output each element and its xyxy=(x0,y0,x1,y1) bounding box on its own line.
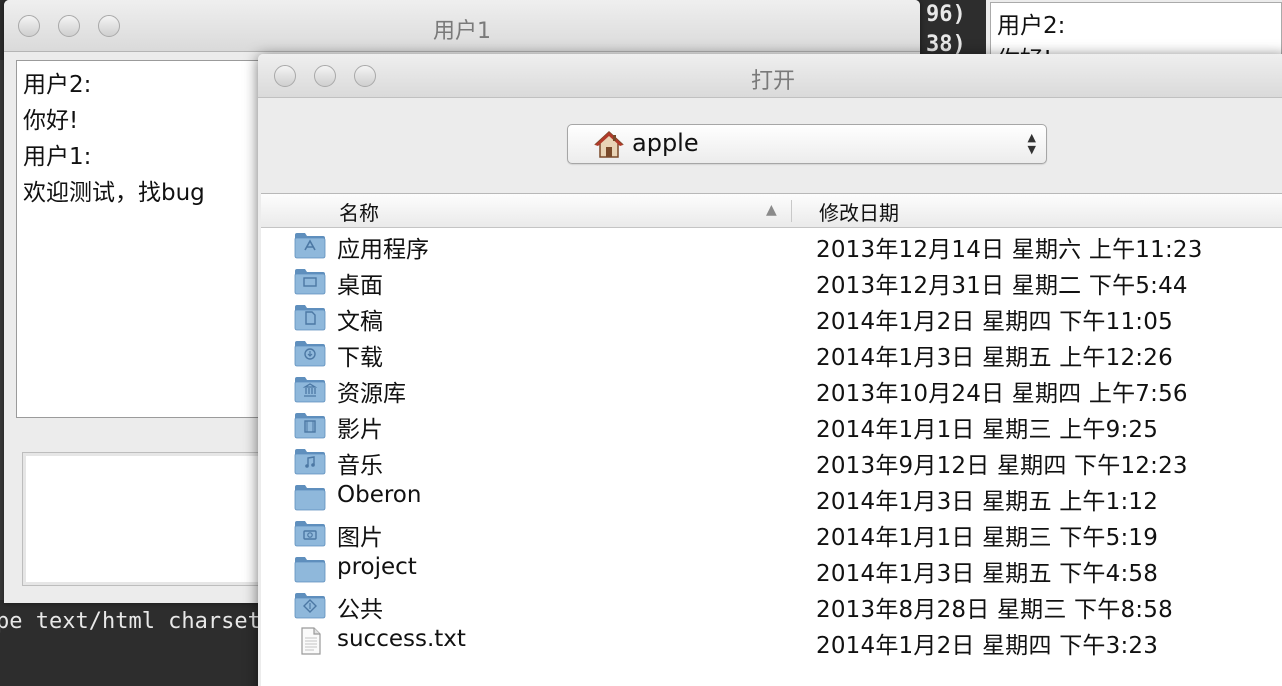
terminal-text-line: pe text/html charset xyxy=(0,609,261,634)
file-row[interactable]: 公共 2013年8月28日 星期三 下午8:58 xyxy=(261,588,1282,624)
file-row[interactable]: 资源库 2013年10月24日 星期四 上午7:56 xyxy=(261,372,1282,408)
list-header: 名称 ▲ 修改日期 xyxy=(261,194,1282,228)
file-name: project xyxy=(337,554,417,580)
file-name: 应用程序 xyxy=(337,237,429,263)
dialog-titlebar[interactable]: 打开 xyxy=(258,54,1282,98)
file-name: 文稿 xyxy=(337,309,383,335)
file-name: 公共 xyxy=(337,597,383,623)
open-file-dialog[interactable]: 打开 apple ▲ ▼ 名称 ▲ 修改日期 应用程序 2013年12月14日 星期… xyxy=(258,54,1282,686)
column-header-name[interactable]: 名称 xyxy=(339,197,379,226)
file-row[interactable]: 桌面 2013年12月31日 星期二 下午5:44 xyxy=(261,264,1282,300)
file-list[interactable]: 名称 ▲ 修改日期 应用程序 2013年12月14日 星期六 上午11:23 桌面 2… xyxy=(261,193,1282,686)
file-row[interactable]: 下载 2014年1月3日 星期五 上午12:26 xyxy=(261,336,1282,372)
file-row[interactable]: 音乐 2013年9月12日 星期四 下午12:23 xyxy=(261,444,1282,480)
file-row[interactable]: Oberon 2014年1月3日 星期五 上午1:12 xyxy=(261,480,1282,516)
pictures-folder-icon xyxy=(294,521,326,547)
applications-folder-icon xyxy=(294,233,326,259)
downloads-folder-icon xyxy=(294,341,326,367)
file-row[interactable]: 应用程序 2013年12月14日 星期六 上午11:23 xyxy=(261,228,1282,264)
file-date: 2013年9月12日 星期四 下午12:23 xyxy=(816,453,1188,479)
home-icon xyxy=(594,130,624,158)
chat-window-titlebar[interactable]: 用户1 xyxy=(4,0,920,52)
column-divider[interactable] xyxy=(791,200,792,222)
folder-icon xyxy=(294,557,326,583)
file-date: 2013年12月31日 星期二 下午5:44 xyxy=(816,273,1188,299)
file-row[interactable]: 图片 2014年1月1日 星期三 下午5:19 xyxy=(261,516,1282,552)
public-folder-icon xyxy=(294,593,326,619)
file-name: 影片 xyxy=(337,417,383,443)
file-date: 2014年1月3日 星期五 下午4:58 xyxy=(816,561,1159,587)
file-name: Oberon xyxy=(337,482,422,508)
folder-icon xyxy=(294,485,326,511)
file-date: 2014年1月1日 星期三 下午5:19 xyxy=(816,525,1159,551)
file-row[interactable]: success.txt 2014年1月2日 星期四 下午3:23 xyxy=(261,624,1282,660)
file-name: 图片 xyxy=(337,525,383,551)
file-date: 2014年1月3日 星期五 上午12:26 xyxy=(816,345,1173,371)
file-date: 2013年12月14日 星期六 上午11:23 xyxy=(816,237,1203,263)
location-popup[interactable]: apple ▲ ▼ xyxy=(567,124,1047,164)
file-name: 资源库 xyxy=(337,381,406,407)
desktop-folder-icon xyxy=(294,269,326,295)
terminal-glyph: 96) xyxy=(926,2,966,27)
text-file-icon xyxy=(301,627,321,655)
file-date: 2014年1月1日 星期三 上午9:25 xyxy=(816,417,1159,443)
file-name: success.txt xyxy=(337,626,466,652)
movies-folder-icon xyxy=(294,413,326,439)
file-row[interactable]: project 2014年1月3日 星期五 下午4:58 xyxy=(261,552,1282,588)
column-header-date[interactable]: 修改日期 xyxy=(819,197,899,226)
library-folder-icon xyxy=(294,377,326,403)
file-name: 音乐 xyxy=(337,453,383,479)
file-row[interactable]: 文稿 2014年1月2日 星期四 下午11:05 xyxy=(261,300,1282,336)
music-folder-icon xyxy=(294,449,326,475)
file-name: 桌面 xyxy=(337,273,383,299)
dialog-title: 打开 xyxy=(750,69,795,94)
documents-folder-icon xyxy=(294,305,326,331)
file-rows: 应用程序 2013年12月14日 星期六 上午11:23 桌面 2013年12月31日… xyxy=(261,228,1282,660)
window-title: 用户1 xyxy=(433,19,491,44)
file-date: 2014年1月2日 星期四 下午11:05 xyxy=(816,309,1173,335)
file-date: 2014年1月2日 星期四 下午3:23 xyxy=(816,633,1159,659)
file-name: 下载 xyxy=(337,345,383,371)
file-date: 2013年8月28日 星期三 下午8:58 xyxy=(816,597,1173,623)
popup-arrows-icon: ▲ ▼ xyxy=(1027,131,1036,156)
sort-ascending-icon: ▲ xyxy=(766,202,777,218)
file-date: 2014年1月3日 星期五 上午1:12 xyxy=(816,489,1159,515)
file-date: 2013年10月24日 星期四 上午7:56 xyxy=(816,381,1188,407)
location-label: apple xyxy=(632,129,699,157)
file-row[interactable]: 影片 2014年1月1日 星期三 上午9:25 xyxy=(261,408,1282,444)
